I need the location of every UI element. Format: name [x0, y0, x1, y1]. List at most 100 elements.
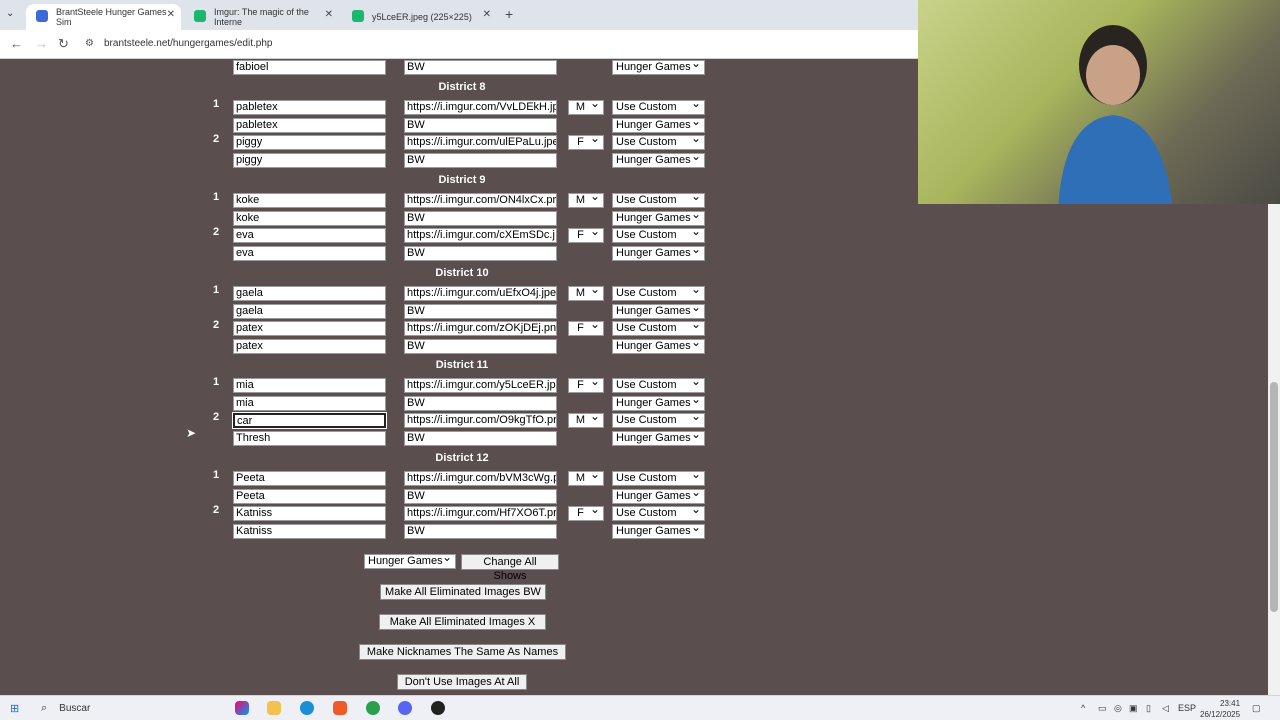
scrollbar[interactable]	[1268, 204, 1280, 695]
nickname-field[interactable]: Thresh	[233, 430, 386, 446]
language-indicator[interactable]: ESP	[1178, 703, 1196, 713]
tribute-name-field[interactable]: car	[232, 412, 387, 429]
chrome-icon[interactable]	[366, 701, 380, 715]
tribute-name-field[interactable]: mia	[233, 378, 386, 393]
site-info-icon[interactable]: ⚙	[85, 38, 94, 49]
tribute-name-field[interactable]: koke	[233, 193, 386, 208]
scrollbar-thumb[interactable]	[1270, 382, 1278, 612]
forward-arrow-icon[interactable]: →	[35, 36, 48, 51]
nickname-field[interactable]: piggy	[233, 152, 386, 168]
tribute-name-field[interactable]: pabletex	[233, 100, 386, 115]
gender-select[interactable]: F	[568, 228, 604, 243]
gender-select[interactable]: M	[568, 413, 604, 428]
eliminated-image-field[interactable]: BW	[404, 395, 557, 411]
tribute-name-field[interactable]: Katniss	[233, 506, 386, 521]
gender-select[interactable]: F	[568, 135, 604, 150]
eliminated-image-field[interactable]: BW	[404, 60, 557, 75]
network-icon[interactable]: ▯	[1146, 703, 1151, 714]
eliminated-image-field[interactable]: BW	[404, 338, 557, 354]
make-eliminated-bw-button[interactable]: Make All Eliminated Images BW	[380, 584, 546, 600]
image-source-select[interactable]: Use Custom	[612, 193, 705, 208]
volume-icon[interactable]: ◁	[1162, 703, 1169, 714]
eliminated-image-field[interactable]: BW	[404, 430, 557, 446]
eliminated-image-field[interactable]: BW	[404, 117, 557, 133]
tab-list-chevron-icon[interactable]: ⌄	[6, 8, 14, 19]
copilot-icon[interactable]	[235, 701, 249, 715]
tray-app-icon[interactable]: ▣	[1129, 703, 1138, 714]
image-source-select[interactable]: Use Custom	[612, 378, 705, 393]
nickname-field[interactable]: fabioel	[233, 60, 386, 75]
tribute-image-url-field[interactable]: https://i.imgur.com/ulEPaLu.jpe	[404, 135, 557, 150]
change-all-shows-button[interactable]: Change All Shows	[461, 554, 559, 582]
close-tab-icon[interactable]: ✕	[483, 9, 491, 20]
show-select[interactable]: Hunger Games	[612, 523, 705, 539]
taskbar-search[interactable]: ⌕ Buscar	[35, 698, 222, 719]
tribute-name-field[interactable]: Peeta	[233, 471, 386, 486]
gender-select[interactable]: M	[568, 286, 604, 301]
nickname-field[interactable]: Peeta	[233, 488, 386, 504]
tribute-name-field[interactable]: piggy	[233, 135, 386, 150]
image-source-select[interactable]: Use Custom	[612, 321, 705, 336]
no-images-button[interactable]: Don't Use Images At All	[397, 674, 527, 690]
image-source-select[interactable]: Use Custom	[612, 100, 705, 115]
tray-app-icon[interactable]: ◎	[1114, 703, 1122, 714]
show-select[interactable]: Hunger Games	[612, 245, 705, 261]
show-select[interactable]: Hunger Games	[612, 60, 705, 75]
tribute-image-url-field[interactable]: https://i.imgur.com/VvLDEkH.jp	[404, 100, 557, 115]
nickname-field[interactable]: eva	[233, 245, 386, 261]
image-source-select[interactable]: Use Custom	[612, 135, 705, 150]
show-select[interactable]: Hunger Games	[612, 303, 705, 319]
nickname-field[interactable]: koke	[233, 210, 386, 226]
file-explorer-icon[interactable]	[267, 701, 281, 715]
gender-select[interactable]: F	[568, 378, 604, 393]
make-eliminated-x-button[interactable]: Make All Eliminated Images X	[379, 614, 546, 630]
tribute-name-field[interactable]: gaela	[233, 286, 386, 301]
edge-icon[interactable]	[300, 701, 314, 715]
gender-select[interactable]: M	[568, 193, 604, 208]
tribute-image-url-field[interactable]: https://i.imgur.com/ON4lxCx.pr	[404, 193, 557, 208]
nickname-field[interactable]: Katniss	[233, 523, 386, 539]
eliminated-image-field[interactable]: BW	[404, 152, 557, 168]
show-select[interactable]: Hunger Games	[612, 395, 705, 411]
tribute-name-field[interactable]: eva	[233, 228, 386, 243]
notifications-icon[interactable]: ▢	[1252, 703, 1261, 714]
show-select[interactable]: Hunger Games	[612, 338, 705, 354]
nickname-field[interactable]: pabletex	[233, 117, 386, 133]
eliminated-image-field[interactable]: BW	[404, 303, 557, 319]
image-source-select[interactable]: Use Custom	[612, 228, 705, 243]
nickname-field[interactable]: gaela	[233, 303, 386, 319]
tribute-image-url-field[interactable]: https://i.imgur.com/zOKjDEj.pn	[404, 321, 557, 336]
gender-select[interactable]: F	[568, 321, 604, 336]
discord-icon[interactable]	[398, 701, 412, 715]
nickname-field[interactable]: mia	[233, 395, 386, 411]
image-source-select[interactable]: Use Custom	[612, 413, 705, 428]
tribute-image-url-field[interactable]: https://i.imgur.com/O9kgTfO.pr	[404, 413, 557, 428]
tray-app-icon[interactable]: ▭	[1098, 703, 1107, 714]
url-field[interactable]: brantsteele.net/hungergames/edit.php	[104, 38, 272, 49]
eliminated-image-field[interactable]: BW	[404, 245, 557, 261]
clock[interactable]: 23:41 26/12/2025	[1200, 698, 1240, 720]
tab-imgur[interactable]: Imgur: The magic of the Interne ✕	[184, 4, 339, 30]
tribute-image-url-field[interactable]: https://i.imgur.com/y5LceER.jp	[404, 378, 557, 393]
image-source-select[interactable]: Use Custom	[612, 286, 705, 301]
gender-select[interactable]: M	[568, 100, 604, 115]
eliminated-image-field[interactable]: BW	[404, 210, 557, 226]
show-select[interactable]: Hunger Games	[612, 210, 705, 226]
show-select[interactable]: Hunger Games	[612, 430, 705, 446]
brave-icon[interactable]	[333, 701, 347, 715]
reload-icon[interactable]: ↻	[58, 36, 69, 52]
tray-chevron-icon[interactable]: ^	[1081, 703, 1085, 713]
tribute-image-url-field[interactable]: https://i.imgur.com/cXEmSDc.j	[404, 228, 557, 243]
show-select[interactable]: Hunger Games	[612, 152, 705, 168]
obs-icon[interactable]	[431, 701, 445, 715]
close-tab-icon[interactable]: ✕	[167, 9, 175, 20]
close-tab-icon[interactable]: ✕	[325, 9, 333, 20]
tab-brantsteele[interactable]: BrantSteele Hunger Games Sim ✕	[26, 4, 181, 30]
gender-select[interactable]: F	[568, 506, 604, 521]
nicknames-same-button[interactable]: Make Nicknames The Same As Names	[359, 644, 566, 660]
new-tab-icon[interactable]: +	[505, 6, 513, 22]
nickname-field[interactable]: patex	[233, 338, 386, 354]
all-shows-select[interactable]: Hunger Games	[364, 554, 456, 569]
eliminated-image-field[interactable]: BW	[404, 488, 557, 504]
eliminated-image-field[interactable]: BW	[404, 523, 557, 539]
